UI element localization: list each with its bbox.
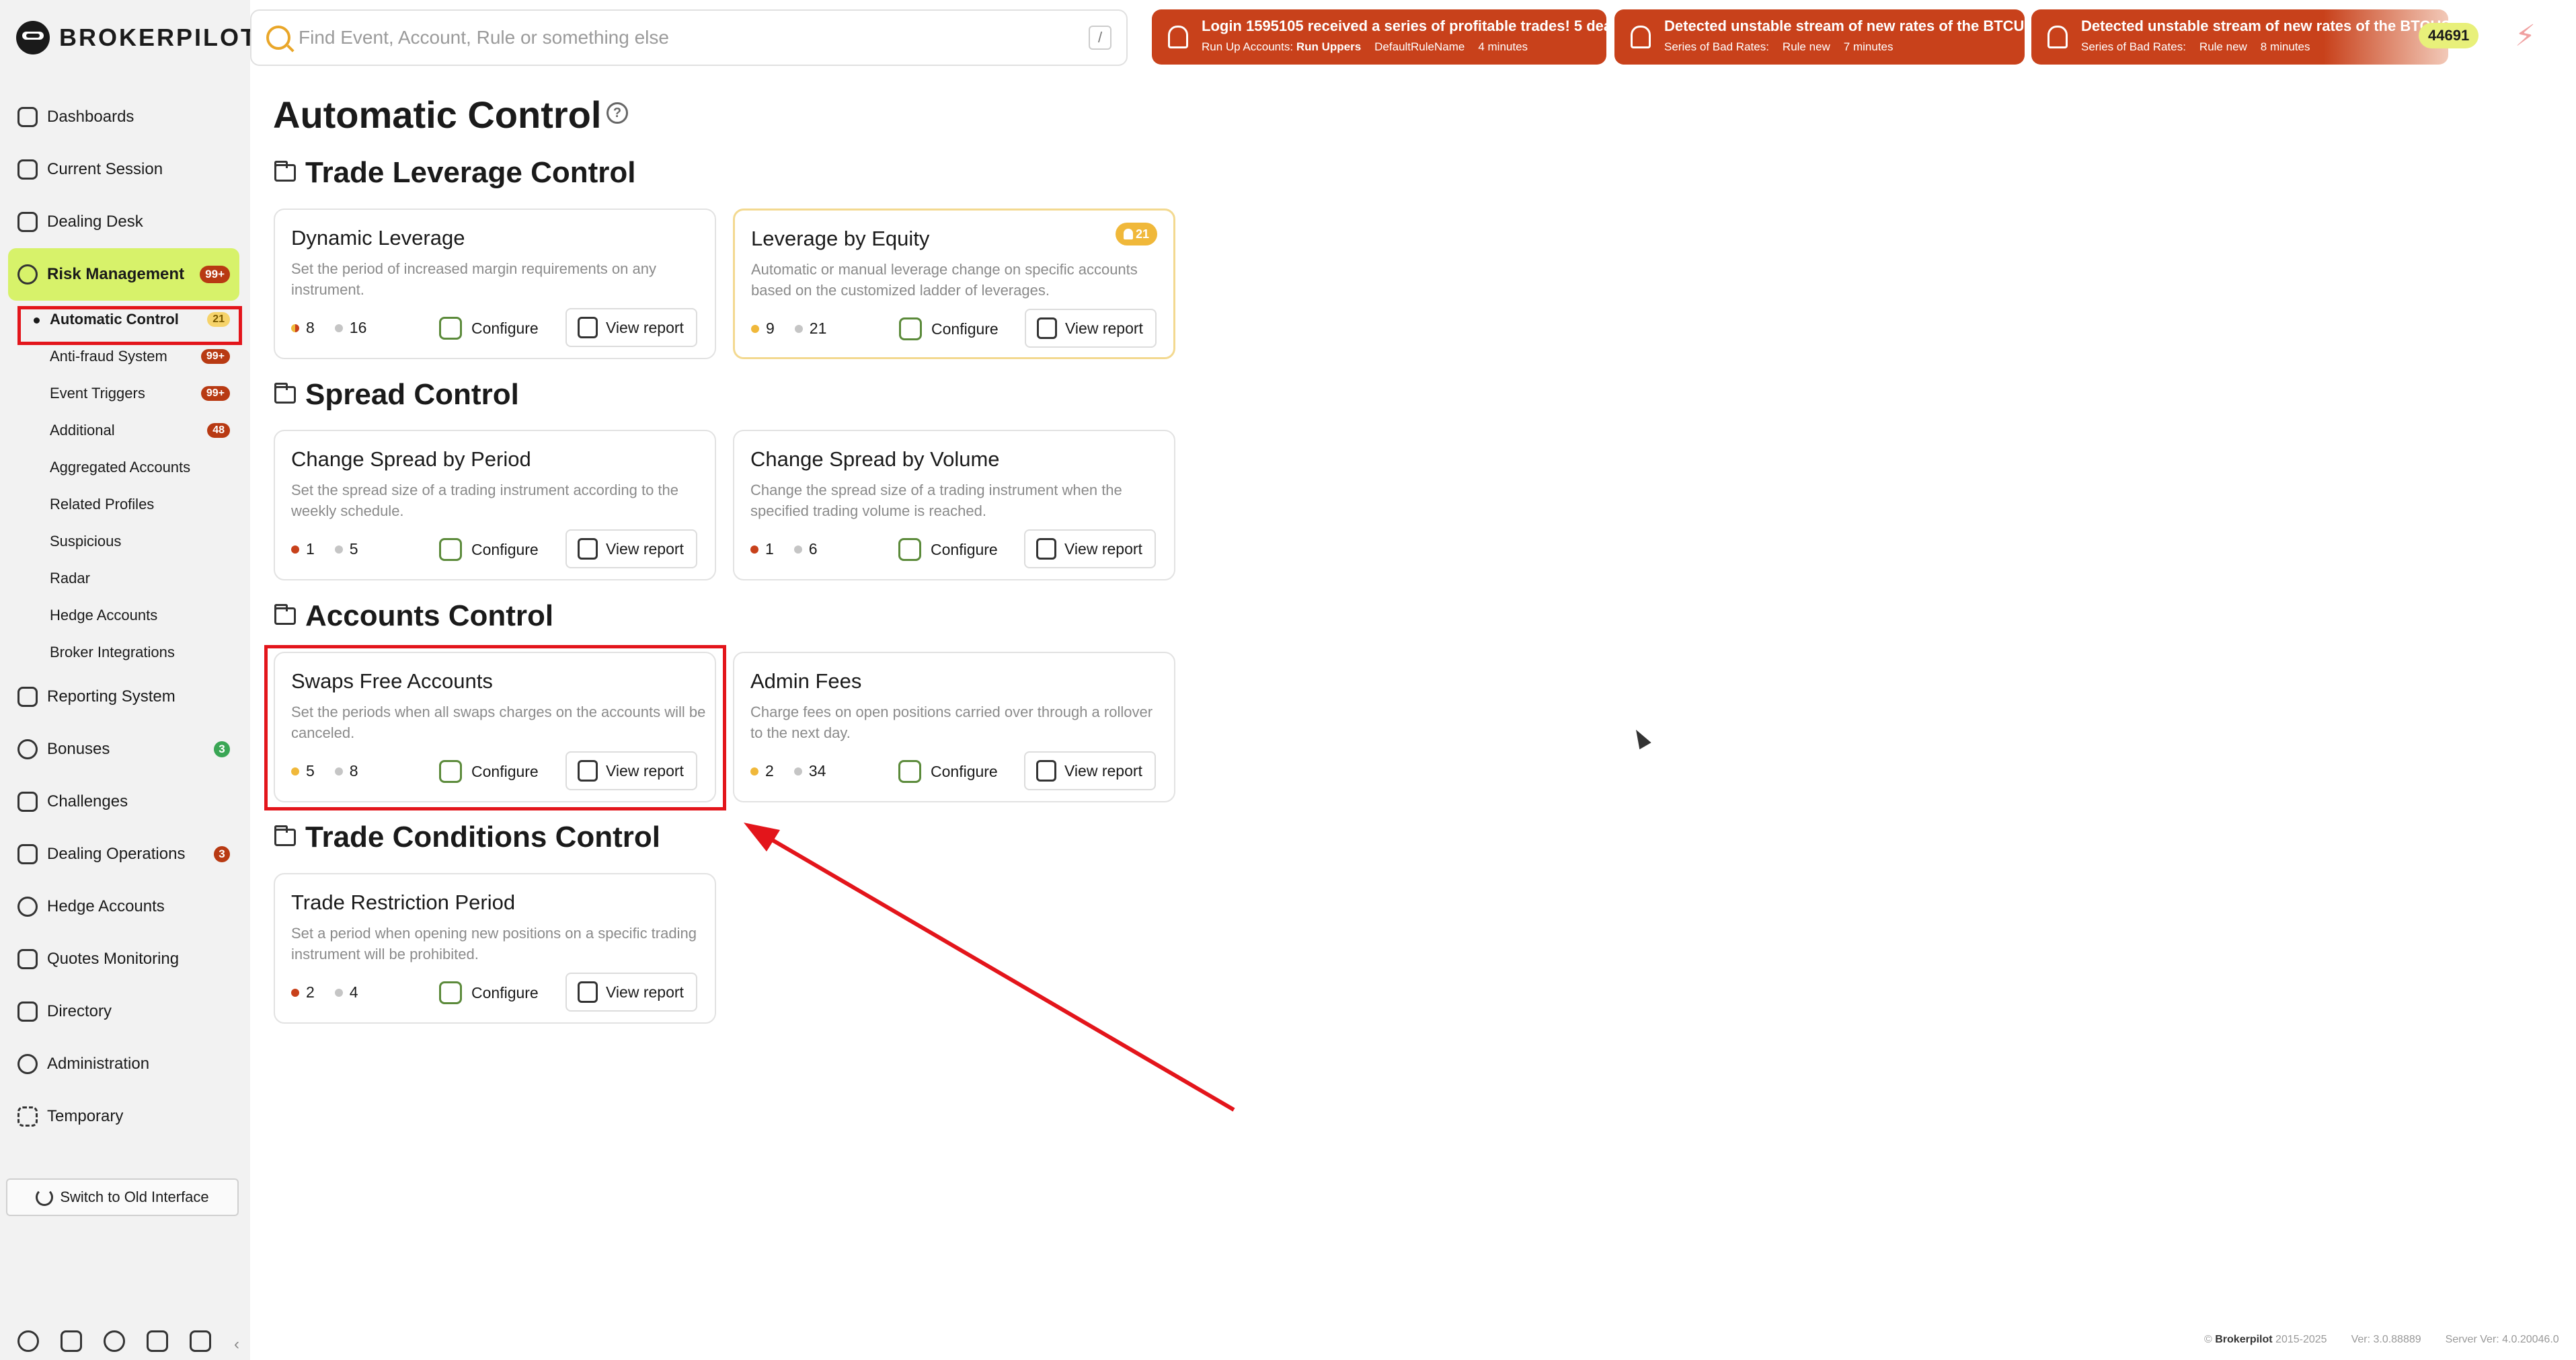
client-version: Ver: 3.0.88889 — [2351, 1334, 2421, 1345]
annotation-arrow-line — [758, 831, 1235, 1112]
footer-years: 2015-2025 — [2275, 1334, 2327, 1345]
footer: © Brokerpilot 2015-2025 Ver: 3.0.88889 S… — [2204, 1334, 2559, 1346]
copyright: © Brokerpilot 2015-2025 — [2204, 1334, 2327, 1346]
annotation-arrow-head — [744, 823, 780, 852]
server-version: Server Ver: 4.0.20046.0 — [2445, 1334, 2559, 1345]
footer-brand: Brokerpilot — [2215, 1334, 2273, 1345]
annotation-arrow — [744, 823, 1235, 1112]
copyright-symbol: © — [2204, 1334, 2212, 1345]
